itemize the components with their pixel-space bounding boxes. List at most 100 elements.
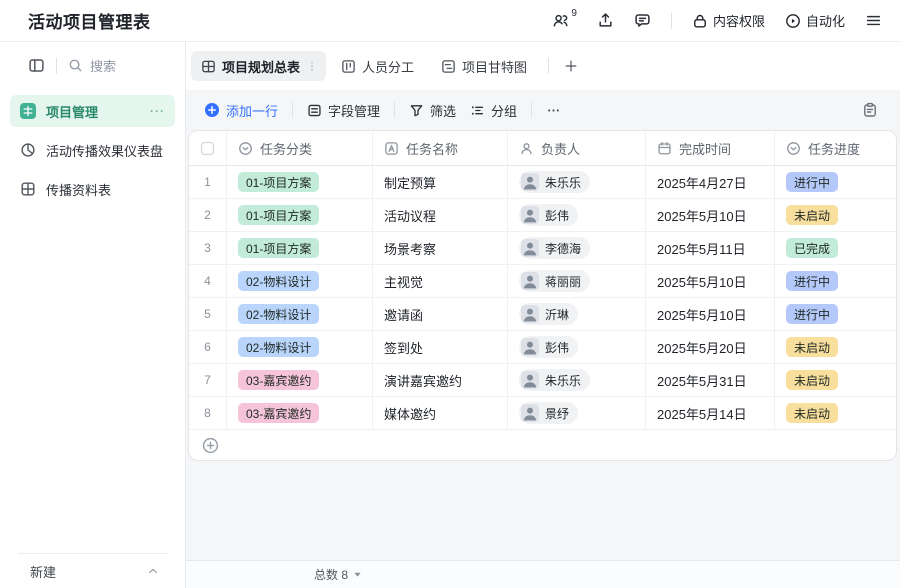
add-row-button[interactable]: 添加一行: [204, 101, 278, 120]
cell-task-name[interactable]: 场景考察: [373, 232, 508, 264]
cell-owner[interactable]: 沂琳: [508, 298, 646, 330]
grid-view-icon: [201, 59, 216, 74]
table-row[interactable]: 5 02-物料设计 邀请函 沂琳 2025年5月10日 进行: [189, 298, 896, 331]
cell-due-date[interactable]: 2025年5月31日: [646, 364, 775, 396]
table-row[interactable]: 3 01-项目方案 场景考察 李德海 2025年5月11日: [189, 232, 896, 265]
cell-status[interactable]: 未启动: [775, 331, 896, 363]
cell-owner[interactable]: 李德海: [508, 232, 646, 264]
cell-due-date[interactable]: 2025年5月10日: [646, 298, 775, 330]
row-number[interactable]: 6: [189, 331, 227, 363]
collaborators-button[interactable]: 9: [551, 12, 577, 29]
row-number[interactable]: 5: [189, 298, 227, 330]
tab-personnel[interactable]: 人员分工: [329, 51, 426, 81]
cell-owner[interactable]: 景纾: [508, 397, 646, 429]
more-vertical-icon[interactable]: [306, 60, 318, 72]
cell-category[interactable]: 02-物料设计: [227, 331, 373, 363]
table-row[interactable]: 2 01-项目方案 活动议程 彭伟 2025年5月10日 未: [189, 199, 896, 232]
cell-category[interactable]: 02-物料设计: [227, 265, 373, 297]
cell-status[interactable]: 进行中: [775, 265, 896, 297]
add-view-button[interactable]: [558, 53, 584, 79]
search-input[interactable]: 搜索: [68, 56, 116, 75]
cell-category[interactable]: 01-项目方案: [227, 166, 373, 198]
sidebar-item-dashboard[interactable]: 活动传播效果仪表盘: [10, 134, 175, 166]
status-pill: 进行中: [786, 172, 838, 192]
cell-status[interactable]: 未启动: [775, 199, 896, 231]
cell-task-name[interactable]: 媒体邀约: [373, 397, 508, 429]
sidebar-item-project-management[interactable]: 项目管理 ···: [10, 95, 175, 127]
lock-icon: [692, 13, 708, 29]
cell-due-date[interactable]: 2025年5月20日: [646, 331, 775, 363]
field-manage-button[interactable]: 字段管理: [307, 101, 380, 120]
cell-task-name[interactable]: 签到处: [373, 331, 508, 363]
column-header-task-name[interactable]: 任务名称: [373, 131, 508, 165]
cell-category[interactable]: 03-嘉宾邀约: [227, 397, 373, 429]
new-button[interactable]: 新建: [0, 554, 185, 588]
cell-status[interactable]: 未启动: [775, 397, 896, 429]
row-number[interactable]: 7: [189, 364, 227, 396]
cell-due-date[interactable]: 2025年5月10日: [646, 265, 775, 297]
more-button[interactable]: [546, 103, 561, 118]
table-row[interactable]: 7 03-嘉宾邀约 演讲嘉宾邀约 朱乐乐 2025年5月31日: [189, 364, 896, 397]
cell-category[interactable]: 01-项目方案: [227, 232, 373, 264]
task-name: 主视觉: [384, 272, 423, 291]
row-number[interactable]: 1: [189, 166, 227, 198]
comment-button[interactable]: [634, 12, 651, 29]
cell-status[interactable]: 未启动: [775, 364, 896, 396]
form-share-button[interactable]: [862, 102, 878, 118]
cell-owner[interactable]: 朱乐乐: [508, 364, 646, 396]
cell-due-date[interactable]: 2025年5月14日: [646, 397, 775, 429]
tab-project-plan[interactable]: 项目规划总表: [191, 51, 326, 81]
column-header-due-date[interactable]: 完成时间: [646, 131, 775, 165]
automation-button[interactable]: 自动化: [785, 11, 845, 30]
sidebar-item-more-icon[interactable]: ···: [150, 104, 165, 118]
tab-gantt[interactable]: 项目甘特图: [429, 51, 539, 81]
share-button[interactable]: [597, 12, 614, 29]
filter-button[interactable]: 筛选: [409, 101, 456, 120]
caret-down-icon[interactable]: [353, 570, 362, 579]
status-pill: 未启动: [786, 205, 838, 225]
group-button[interactable]: 分组: [470, 101, 517, 120]
status-pill: 未启动: [786, 403, 838, 423]
column-header-status[interactable]: 任务进度: [775, 131, 896, 165]
content-permission-button[interactable]: 内容权限: [692, 11, 765, 30]
cell-task-name[interactable]: 演讲嘉宾邀约: [373, 364, 508, 396]
toolbar-divider: [292, 102, 293, 118]
row-number[interactable]: 3: [189, 232, 227, 264]
table-row[interactable]: 8 03-嘉宾邀约 媒体邀约 景纾 2025年5月14日 未: [189, 397, 896, 430]
add-record-row[interactable]: [189, 430, 896, 460]
sidebar-toggle-button[interactable]: [28, 57, 45, 74]
text-field-icon: [384, 141, 399, 156]
cell-owner[interactable]: 蒋丽丽: [508, 265, 646, 297]
cell-owner[interactable]: 彭伟: [508, 331, 646, 363]
cell-due-date[interactable]: 2025年5月11日: [646, 232, 775, 264]
menu-button[interactable]: [865, 12, 882, 29]
owner-chip: 景纾: [519, 402, 578, 424]
category-pill: 01-项目方案: [238, 172, 319, 192]
column-header-category[interactable]: 任务分类: [227, 131, 373, 165]
row-number[interactable]: 8: [189, 397, 227, 429]
record-count[interactable]: 总数 8: [314, 566, 348, 583]
table-row[interactable]: 6 02-物料设计 签到处 彭伟 2025年5月20日 未启: [189, 331, 896, 364]
cell-due-date[interactable]: 2025年5月10日: [646, 199, 775, 231]
cell-task-name[interactable]: 活动议程: [373, 199, 508, 231]
cell-status[interactable]: 进行中: [775, 166, 896, 198]
cell-due-date[interactable]: 2025年4月27日: [646, 166, 775, 198]
cell-task-name[interactable]: 邀请函: [373, 298, 508, 330]
table-row[interactable]: 4 02-物料设计 主视觉 蒋丽丽 2025年5月10日 进: [189, 265, 896, 298]
cell-category[interactable]: 02-物料设计: [227, 298, 373, 330]
cell-category[interactable]: 01-项目方案: [227, 199, 373, 231]
select-all-checkbox[interactable]: [189, 131, 227, 165]
cell-category[interactable]: 03-嘉宾邀约: [227, 364, 373, 396]
cell-status[interactable]: 已完成: [775, 232, 896, 264]
row-number[interactable]: 2: [189, 199, 227, 231]
table-row[interactable]: 1 01-项目方案 制定预算 朱乐乐 2025年4月27日: [189, 166, 896, 199]
cell-owner[interactable]: 朱乐乐: [508, 166, 646, 198]
cell-owner[interactable]: 彭伟: [508, 199, 646, 231]
cell-task-name[interactable]: 制定预算: [373, 166, 508, 198]
sidebar-item-material-table[interactable]: 传播资料表: [10, 173, 175, 205]
cell-task-name[interactable]: 主视觉: [373, 265, 508, 297]
column-header-owner[interactable]: 负责人: [508, 131, 646, 165]
row-number[interactable]: 4: [189, 265, 227, 297]
chevron-up-icon[interactable]: [147, 565, 159, 577]
cell-status[interactable]: 进行中: [775, 298, 896, 330]
